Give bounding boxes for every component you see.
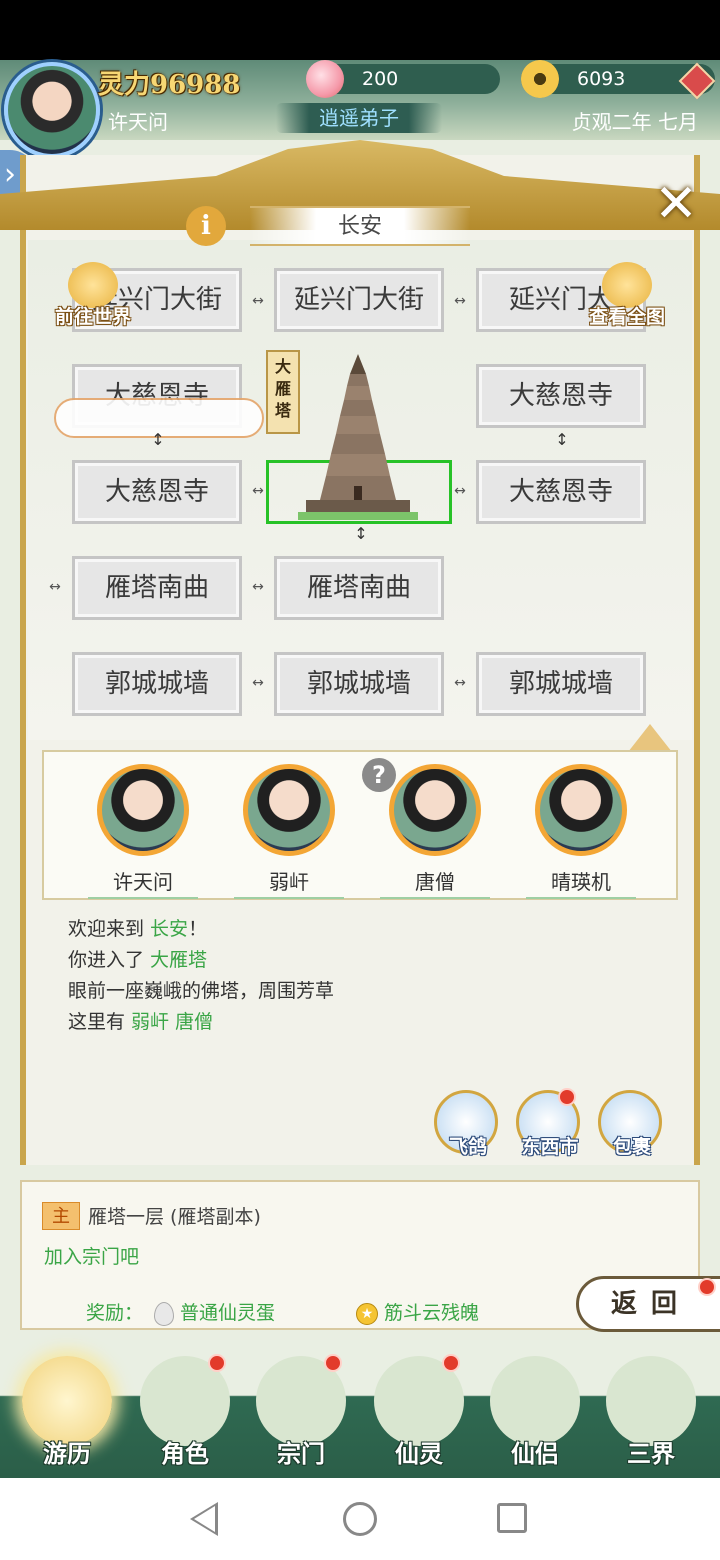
star-icon: ★ — [356, 1302, 378, 1325]
landmark-label: 大雁塔 — [266, 350, 300, 434]
npc-item[interactable]: 唐僧 — [380, 764, 490, 899]
coin-icon — [521, 60, 559, 98]
path-arrow: ↔ — [252, 675, 264, 691]
bag-button[interactable]: 包裹 — [598, 1090, 666, 1162]
pagoda-icon — [298, 354, 418, 520]
path-arrow: ↕ — [555, 430, 569, 449]
nav-label: 游历 — [43, 1439, 91, 1468]
nav-label: 宗门 — [277, 1439, 325, 1468]
log-line: 这里有 弱屽 唐僧 — [68, 1011, 214, 1033]
player-name: 许天问 — [108, 110, 168, 134]
view-full-map-button[interactable]: 查看全图 — [572, 262, 682, 332]
log-npc[interactable]: 唐僧 — [175, 1011, 213, 1033]
nav-three-realms[interactable]: 三界 — [596, 1350, 706, 1470]
notification-dot — [442, 1354, 460, 1372]
notification-dot — [208, 1354, 226, 1372]
nav-character[interactable]: 角色 — [130, 1350, 240, 1470]
quest-title: 雁塔一层 (雁塔副本) — [88, 1206, 261, 1228]
event-log: 欢迎来到 长安！ 你进入了 大雁塔 眼前一座巍峨的佛塔，周围芳草 这里有 弱屽 … — [68, 914, 628, 1038]
npc-name: 许天问 — [88, 866, 198, 899]
reward-item: ★ 筋斗云残魄 — [356, 1298, 479, 1325]
pigeon-label: 飞鸽 — [448, 1136, 487, 1158]
market-label: 东西市 — [521, 1136, 579, 1158]
path-arrow: ↕ — [151, 430, 165, 449]
npc-name: 唐僧 — [380, 866, 490, 899]
nav-label: 角色 — [161, 1439, 209, 1468]
coin-count: 6093 — [577, 68, 626, 90]
npc-name: 弱屽 — [234, 866, 344, 899]
market-button[interactable]: 东西市 — [516, 1088, 584, 1162]
nav-travel[interactable]: 游历 — [12, 1350, 122, 1470]
npc-panel: 许天问 弱屽 唐僧 晴瑛机 — [42, 750, 678, 900]
peach-icon — [306, 60, 344, 98]
player-avatar[interactable] — [4, 62, 100, 158]
log-npc[interactable]: 弱屽 — [131, 1011, 169, 1033]
system-back-icon[interactable] — [190, 1502, 218, 1536]
map-cell[interactable]: 延兴门大街 — [274, 268, 444, 332]
reward-item: 普通仙灵蛋 — [154, 1298, 275, 1326]
game-screen: 灵力96988 许天问 200 6093 逍遥弟子 贞观二年 七月 › i 长安… — [0, 0, 720, 1560]
npc-item[interactable]: 许天问 — [88, 764, 198, 899]
companion-icon — [490, 1356, 580, 1446]
npc-portrait — [243, 764, 335, 856]
nav-spirit[interactable]: 仙灵 — [364, 1350, 474, 1470]
path-arrow: ↔ — [252, 293, 264, 309]
close-icon[interactable]: ✕ — [648, 176, 704, 232]
nav-label: 三界 — [627, 1439, 675, 1468]
location-title: 长安 — [250, 206, 470, 246]
travel-icon — [22, 1356, 112, 1446]
view-full-map-label: 查看全图 — [588, 306, 665, 328]
npc-item[interactable]: 晴瑛机 — [526, 764, 636, 899]
map-cell[interactable]: 大慈恩寺 — [72, 460, 242, 524]
system-home-icon[interactable] — [343, 1502, 377, 1536]
info-icon[interactable]: i — [186, 206, 226, 246]
map-cell[interactable]: 郭城城墙 — [476, 652, 646, 716]
notification-dot — [558, 1088, 576, 1106]
game-date: 贞观二年 七月 — [571, 110, 698, 134]
map-cell[interactable]: 雁塔南曲 — [72, 556, 242, 620]
path-arrow: ↔ — [454, 293, 466, 309]
pigeon-button[interactable]: 飞鸽 — [434, 1090, 502, 1162]
npc-portrait — [535, 764, 627, 856]
path-arrow: ↕ — [354, 524, 368, 543]
path-arrow: ↔ — [252, 579, 264, 595]
notification-dot — [324, 1354, 342, 1372]
npc-item[interactable]: 弱屽 — [234, 764, 344, 899]
map-cell[interactable]: 大慈恩寺 — [476, 460, 646, 524]
npc-portrait — [389, 764, 481, 856]
nav-sect[interactable]: 宗门 — [246, 1350, 356, 1470]
map-cell[interactable]: 郭城城墙 — [274, 652, 444, 716]
realms-icon — [606, 1356, 696, 1446]
log-place[interactable]: 长安 — [150, 918, 188, 940]
question-icon[interactable]: ? — [362, 758, 396, 792]
nav-label: 仙侣 — [511, 1439, 559, 1468]
quest-tag: 主 — [42, 1202, 80, 1230]
egg-icon — [154, 1301, 174, 1326]
reward-label: 奖励： — [86, 1302, 144, 1324]
map-cell[interactable]: 雁塔南曲 — [274, 556, 444, 620]
path-arrow: ↔ — [49, 579, 61, 595]
log-place[interactable]: 大雁塔 — [150, 949, 207, 971]
peach-count: 200 — [362, 68, 399, 90]
title-badge: 逍遥弟子 — [276, 103, 442, 133]
map-cell[interactable]: 郭城城墙 — [72, 652, 242, 716]
log-line: 眼前一座巍峨的佛塔，周围芳草 — [68, 980, 335, 1002]
nav-companion[interactable]: 仙侣 — [480, 1350, 590, 1470]
goto-world-label: 前往世界 — [54, 306, 131, 328]
status-bar — [0, 0, 720, 60]
quest-description: 加入宗门吧 — [44, 1246, 140, 1268]
log-line: 你进入了 大雁塔 — [68, 949, 208, 971]
nav-label: 仙灵 — [395, 1439, 443, 1468]
system-recents-icon[interactable] — [497, 1503, 527, 1533]
notification-dot — [698, 1278, 716, 1296]
peach-resource[interactable]: 200 — [306, 60, 500, 98]
power-value: 灵力96988 — [98, 70, 241, 100]
path-arrow: ↔ — [454, 675, 466, 691]
log-line: 欢迎来到 长安！ — [68, 918, 208, 940]
goto-world-button[interactable]: 前往世界 — [38, 262, 148, 332]
bag-label: 包裹 — [612, 1136, 651, 1158]
npc-portrait — [97, 764, 189, 856]
npc-name: 晴瑛机 — [526, 866, 636, 899]
map-cell[interactable]: 大慈恩寺 — [476, 364, 646, 428]
